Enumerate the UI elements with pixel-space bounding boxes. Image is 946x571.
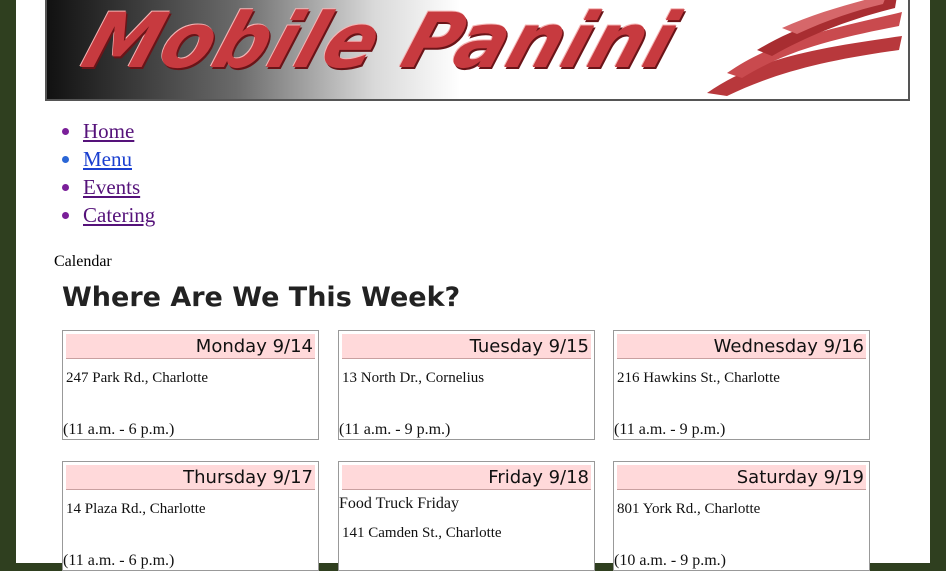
day-hours: (11 a.m. - 9 p.m.) — [339, 421, 451, 438]
calendar-label: Calendar — [54, 253, 112, 270]
day-address: 13 North Dr., Cornelius — [342, 370, 485, 386]
bullet-icon — [62, 128, 69, 135]
bullet-icon — [62, 212, 69, 219]
day-card-thursday: Thursday 9/17 14 Plaza Rd., Charlotte (1… — [62, 461, 319, 571]
ribbon-swoosh-logo — [707, 0, 902, 96]
page: Mobile Panini Home Menu Events Catering … — [16, 0, 930, 571]
bullet-icon — [62, 184, 69, 191]
day-header: Friday 9/18 — [342, 465, 591, 490]
nav-link-events[interactable]: Events — [83, 175, 140, 200]
day-address: 801 York Rd., Charlotte — [617, 501, 761, 517]
week-heading: Where Are We This Week? — [62, 282, 461, 313]
nav-link-catering[interactable]: Catering — [83, 203, 155, 228]
day-header: Thursday 9/17 — [66, 465, 315, 490]
day-card-saturday: Saturday 9/19 801 York Rd., Charlotte (1… — [613, 461, 870, 571]
day-card-friday: Friday 9/18 Food Truck Friday 141 Camden… — [338, 461, 595, 571]
day-event-note: Food Truck Friday — [339, 495, 460, 512]
day-card-wednesday: Wednesday 9/16 216 Hawkins St., Charlott… — [613, 330, 870, 440]
day-address: 14 Plaza Rd., Charlotte — [66, 501, 206, 517]
day-address: 247 Park Rd., Charlotte — [66, 370, 209, 386]
day-hours: (11 a.m. - 9 p.m.) — [614, 421, 726, 438]
day-hours: (10 a.m. - 9 p.m.) — [614, 552, 726, 569]
bullet-icon — [62, 156, 69, 163]
day-header: Tuesday 9/15 — [342, 334, 591, 359]
day-address: 141 Camden St., Charlotte — [342, 525, 502, 541]
nav-link-home[interactable]: Home — [83, 119, 134, 144]
site-banner: Mobile Panini — [45, 0, 910, 101]
day-hours: (11 a.m. - 6 p.m.) — [63, 552, 175, 569]
banner-logo-text: Mobile Panini — [72, 0, 690, 85]
day-hours: (11 a.m. - 6 p.m.) — [63, 421, 175, 438]
day-card-tuesday: Tuesday 9/15 13 North Dr., Cornelius (11… — [338, 330, 595, 440]
nav-link-menu[interactable]: Menu — [83, 147, 132, 172]
day-card-monday: Monday 9/14 247 Park Rd., Charlotte (11 … — [62, 330, 319, 440]
day-header: Wednesday 9/16 — [617, 334, 866, 359]
day-address: 216 Hawkins St., Charlotte — [617, 370, 780, 386]
day-header: Saturday 9/19 — [617, 465, 866, 490]
day-header: Monday 9/14 — [66, 334, 315, 359]
